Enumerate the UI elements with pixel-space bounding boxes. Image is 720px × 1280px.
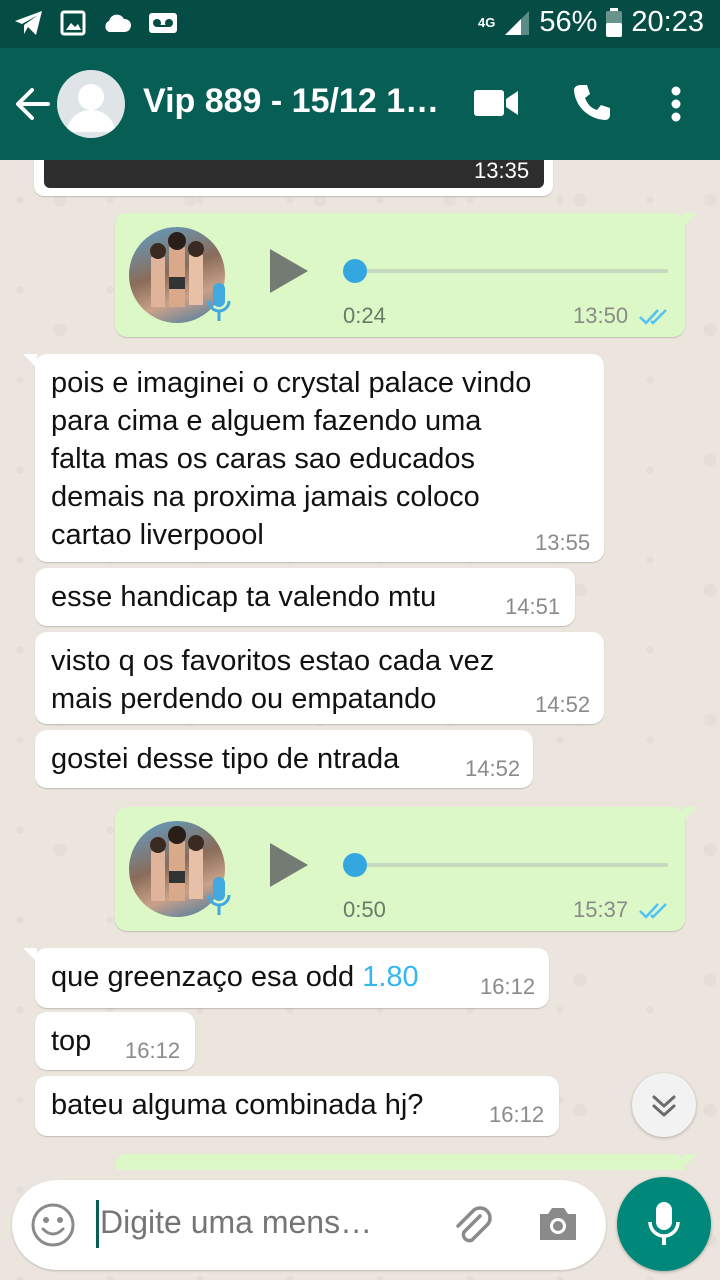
clock: 20:23 xyxy=(631,6,704,38)
odd-value[interactable]: 1.80 xyxy=(362,961,418,993)
video-call-icon[interactable] xyxy=(474,88,520,118)
image-message[interactable]: 13:35 xyxy=(34,160,553,196)
voice-progress-handle[interactable] xyxy=(343,853,367,877)
message-time: 15:37 xyxy=(573,897,629,922)
double-chevron-down-icon xyxy=(652,1095,676,1117)
message-input[interactable] xyxy=(100,1204,405,1241)
voice-progress-track[interactable] xyxy=(355,269,668,273)
chat-title[interactable]: Vip 889 - 15/12 1… xyxy=(143,82,443,121)
message-text: bateu alguma combinada hj? xyxy=(51,1089,424,1121)
message-composer xyxy=(12,1180,606,1270)
message-text: esse handicap ta valendo mtu xyxy=(51,581,437,613)
chat-header: Vip 889 - 15/12 1… xyxy=(0,48,720,160)
emoji-icon[interactable] xyxy=(30,1202,76,1248)
message-time: 16:12 xyxy=(480,974,536,999)
message-line: falta mas os caras sao educados xyxy=(51,443,475,475)
voice-progress-track[interactable] xyxy=(355,863,668,867)
message-bubble[interactable]: que greenzaço esa odd 1.80 16:12 xyxy=(23,948,549,1008)
bubble-tail xyxy=(23,948,37,962)
message-line: para cima e alguem fazendo uma xyxy=(51,405,482,437)
message-bubble[interactable]: top 16:12 xyxy=(35,1012,195,1070)
group-avatar-icon[interactable] xyxy=(57,70,125,138)
voice-message[interactable]: 0:50 15:37 xyxy=(115,807,697,931)
attach-icon[interactable] xyxy=(450,1202,494,1246)
signal-icon xyxy=(505,10,530,35)
message-bubble[interactable]: bateu alguma combinada hj? 16:12 xyxy=(35,1076,559,1136)
bubble-tail xyxy=(683,807,697,821)
battery-percent: 56% xyxy=(539,6,598,38)
message-line: visto q os favoritos estao cada vez xyxy=(51,645,495,677)
message-list[interactable]: 13:35 0:24 13:50 pois e imaginei o cryst… xyxy=(0,160,720,1170)
phone-call-icon[interactable] xyxy=(572,82,612,122)
message-text: pois e imaginei o crystal palace vindo p… xyxy=(51,364,531,554)
read-receipt-icon xyxy=(639,903,667,919)
message-time: 14:52 xyxy=(535,692,591,717)
voice-message[interactable]: 0:24 13:50 xyxy=(115,213,697,337)
voice-duration: 0:24 xyxy=(343,303,386,328)
notification-icons xyxy=(14,10,178,36)
voice-message[interactable] xyxy=(115,1154,697,1170)
scroll-to-bottom-button[interactable] xyxy=(632,1073,696,1137)
message-bubble[interactable]: visto q os favoritos estao cada vez mais… xyxy=(35,632,604,724)
cloud-icon xyxy=(105,14,132,32)
message-bubble[interactable]: pois e imaginei o crystal palace vindo p… xyxy=(23,354,604,562)
network-type: 4G xyxy=(478,15,496,30)
voicemail-icon xyxy=(149,13,177,33)
message-time: 16:12 xyxy=(489,1102,545,1127)
mic-icon xyxy=(207,283,231,321)
image-thumbnail[interactable] xyxy=(44,160,544,188)
message-text: visto q os favoritos estao cada vez mais… xyxy=(51,642,494,718)
message-time: 14:51 xyxy=(505,594,561,619)
voice-duration: 0:50 xyxy=(343,897,386,922)
message-text: gostei desse tipo de ntrada xyxy=(51,743,400,775)
message-line: mais perdendo ou empatando xyxy=(51,683,437,715)
message-time: 16:12 xyxy=(125,1038,181,1063)
read-receipt-icon xyxy=(639,309,667,325)
system-status: 4G 56% 20:23 xyxy=(478,6,704,39)
bubble-tail xyxy=(683,1154,697,1168)
mic-icon xyxy=(648,1202,680,1245)
play-icon[interactable] xyxy=(270,843,308,887)
message-line: cartao liverpoool xyxy=(51,519,264,551)
message-time: 13:35 xyxy=(474,160,530,183)
message-text-part: que greenzaço esa odd xyxy=(51,961,363,993)
bubble-tail xyxy=(23,354,37,368)
message-bubble[interactable]: esse handicap ta valendo mtu 14:51 xyxy=(35,568,575,626)
message-time: 13:55 xyxy=(535,530,591,555)
message-time: 14:52 xyxy=(465,756,521,781)
mic-icon xyxy=(207,877,231,915)
image-icon xyxy=(60,10,86,36)
back-arrow-icon[interactable] xyxy=(12,84,52,124)
record-voice-button[interactable] xyxy=(617,1177,711,1271)
status-bar: 4G 56% 20:23 xyxy=(0,0,720,48)
text-cursor xyxy=(96,1200,99,1248)
message-time: 13:50 xyxy=(573,303,629,328)
message-text: top xyxy=(51,1025,92,1057)
bubble-tail xyxy=(683,213,697,227)
voice-progress-handle[interactable] xyxy=(343,259,367,283)
message-bubble[interactable]: gostei desse tipo de ntrada 14:52 xyxy=(35,730,533,788)
message-text: que greenzaço esa odd 1.80 xyxy=(51,958,419,996)
play-icon[interactable] xyxy=(270,249,308,293)
message-line: pois e imaginei o crystal palace vindo xyxy=(51,367,532,399)
message-line: demais na proxima jamais coloco xyxy=(51,481,480,513)
battery-icon xyxy=(606,7,623,37)
more-vert-icon[interactable] xyxy=(670,86,682,122)
telegram-icon xyxy=(15,11,42,35)
camera-icon[interactable] xyxy=(536,1204,580,1244)
